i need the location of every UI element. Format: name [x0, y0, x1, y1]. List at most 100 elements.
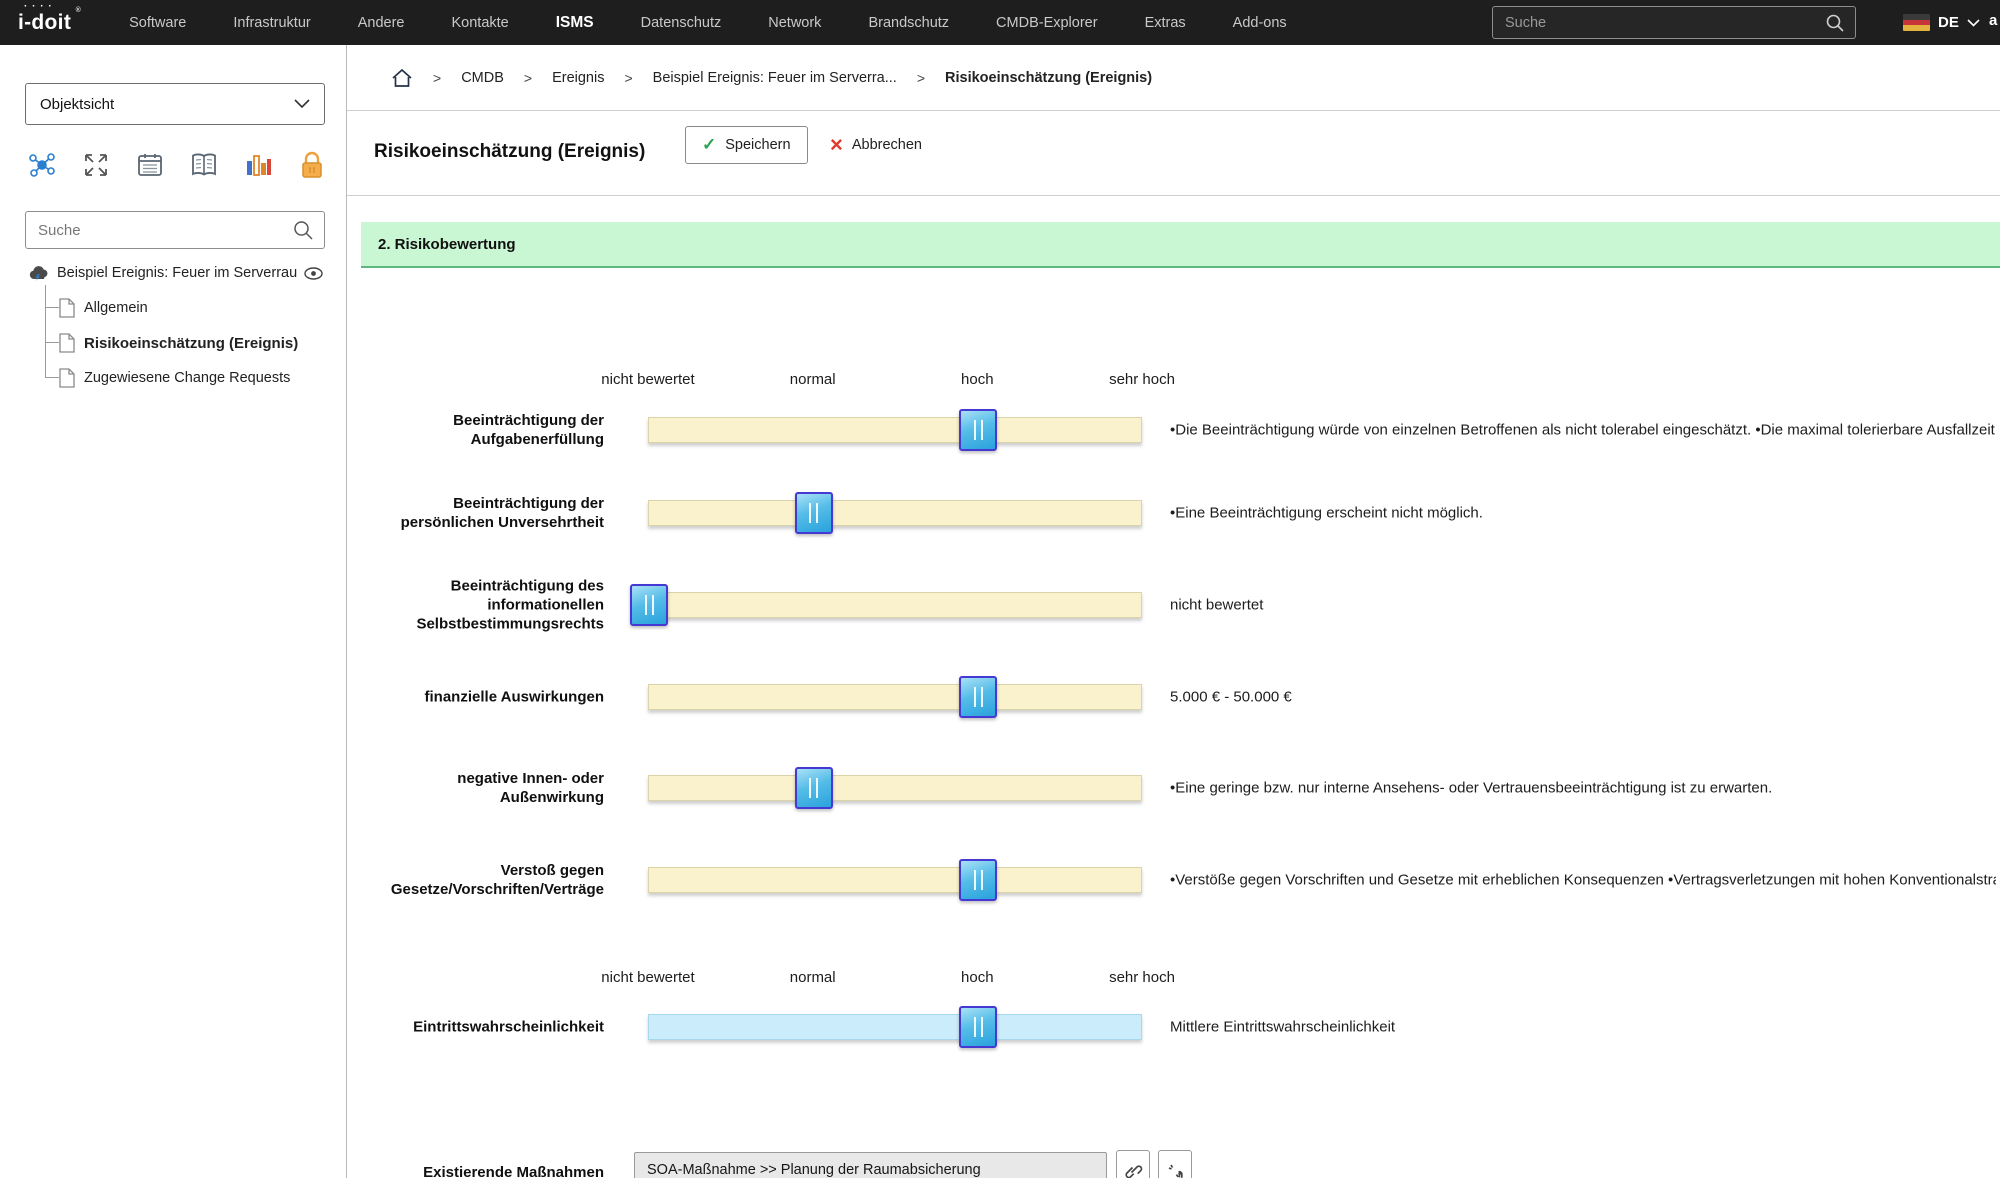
slider-track[interactable] [630, 584, 1142, 626]
object-view-select[interactable]: Objektsicht [25, 83, 325, 125]
save-button[interactable]: ✓ Speichern [685, 126, 808, 164]
section-title: 2. Risikobewertung [378, 235, 516, 253]
menu-item-datenschutz[interactable]: Datenschutz [641, 15, 722, 31]
tree-item-label: Allgemein [84, 300, 148, 316]
slider-handle[interactable] [630, 584, 668, 626]
slider-handle[interactable] [959, 1006, 998, 1048]
existing-measures-listbox[interactable]: SOA-Maßnahme >> Planung der Raumabsicher… [634, 1152, 1107, 1178]
language-code: DE [1938, 14, 1959, 31]
search-icon[interactable] [292, 219, 314, 241]
chevron-down-icon [294, 99, 310, 109]
unlink-button[interactable] [1158, 1150, 1192, 1178]
slider-value-text: •Verstöße gegen Vorschriften und Gesetze… [1170, 871, 1996, 889]
menu-item-add-ons[interactable]: Add-ons [1233, 15, 1287, 31]
slider-handle[interactable] [959, 859, 998, 901]
link-button[interactable] [1116, 1150, 1150, 1178]
slider-handle[interactable] [794, 767, 833, 809]
breadcrumb-ereignis[interactable]: Ereignis [552, 70, 604, 86]
main-menu: Software Infrastruktur Andere Kontakte I… [129, 14, 1287, 32]
tree-connector [45, 285, 46, 377]
slider-row-unversehrtheit: Beeinträchtigung der persönlichen Unvers… [347, 463, 2000, 563]
sidebar-search [25, 211, 325, 249]
slider-handle[interactable] [959, 409, 998, 451]
object-view-select-value: Objektsicht [40, 95, 115, 113]
menu-item-cmdb-explorer[interactable]: CMDB-Explorer [996, 15, 1098, 31]
user-menu[interactable]: a [1989, 12, 1997, 29]
chevron-down-icon [1967, 18, 1980, 27]
global-search-input[interactable] [1493, 14, 1825, 31]
slider-track[interactable] [648, 1006, 1142, 1048]
slider-row-eintrittswahrscheinlichkeit: Eintrittswahrscheinlichkeit Mittlere Ein… [347, 977, 2000, 1077]
existing-measures-item[interactable]: SOA-Maßnahme >> Planung der Raumabsicher… [647, 1162, 981, 1178]
tree-connector [45, 307, 59, 308]
existing-measures-label: Existierende Maßnahmen [423, 1164, 604, 1178]
home-icon[interactable] [391, 68, 413, 88]
page-icon [59, 298, 75, 318]
page-icon [59, 333, 75, 353]
menu-item-software[interactable]: Software [129, 15, 186, 31]
slider-track[interactable] [648, 409, 1142, 451]
menu-item-kontakte[interactable]: Kontakte [451, 15, 508, 31]
slider-track[interactable] [648, 492, 1142, 534]
handle-grip [644, 595, 654, 615]
handle-grip [973, 687, 983, 707]
menu-item-isms[interactable]: ISMS [556, 14, 594, 32]
slider-row-aussenwirkung: negative Innen- oder Außenwirkung •Eine … [347, 738, 2000, 838]
slider-label: Beeinträchtigung des informationellen Se… [416, 577, 604, 633]
menu-item-network[interactable]: Network [768, 15, 821, 31]
menu-item-andere[interactable]: Andere [358, 15, 405, 31]
book-icon[interactable] [187, 148, 221, 182]
menu-item-extras[interactable]: Extras [1145, 15, 1186, 31]
slider-track[interactable] [648, 767, 1142, 809]
lock-icon[interactable] [295, 148, 329, 182]
tree-item-allgemein[interactable]: Allgemein [59, 295, 148, 321]
tree-root-object[interactable]: Beispiel Ereignis: Feuer im Serverrau [28, 261, 323, 285]
slider-row-selbstbestimmungsrecht: Beeinträchtigung des informationellen Se… [347, 555, 2000, 655]
tree-connector [45, 342, 59, 343]
eye-icon [304, 266, 323, 280]
calendar-icon[interactable] [133, 148, 167, 182]
section-risikobewertung[interactable]: 2. Risikobewertung [361, 222, 2000, 268]
handle-grip [809, 503, 819, 523]
menu-item-brandschutz[interactable]: Brandschutz [868, 15, 949, 31]
slider-label: Beeinträchtigung der persönlichen Unvers… [400, 494, 604, 531]
graph-icon[interactable] [25, 148, 59, 182]
tree-item-label: Zugewiesene Change Requests [84, 370, 291, 386]
slider-value-text: nicht bewertet [1170, 596, 1264, 614]
breadcrumb-cmdb[interactable]: CMDB [461, 70, 504, 86]
slider-label: Eintrittswahrscheinlichkeit [413, 1018, 604, 1036]
breadcrumb-object[interactable]: Beispiel Ereignis: Feuer im Serverra... [653, 70, 897, 86]
page-icon [59, 368, 75, 388]
slider-label: negative Innen- oder Außenwirkung [457, 769, 604, 806]
idoit-logo[interactable]: i-doit [18, 7, 81, 35]
slider-value-text: 5.000 € - 50.000 € [1170, 688, 1292, 706]
tree-item-risikoeinschaetzung[interactable]: Risikoeinschätzung (Ereignis) [59, 330, 298, 356]
slider-track[interactable] [648, 859, 1142, 901]
handle-grip [973, 1017, 983, 1037]
title-bar: Risikoeinschätzung (Ereignis) ✓ Speicher… [347, 111, 2000, 196]
cancel-button[interactable]: × Abbrechen [820, 126, 932, 164]
page-title: Risikoeinschätzung (Ereignis) [374, 141, 646, 162]
tree-connector [45, 377, 59, 378]
existing-measures-row: Existierende Maßnahmen SOA-Maßnahme >> P… [347, 1120, 2000, 1178]
menu-item-infrastruktur[interactable]: Infrastruktur [233, 15, 310, 31]
check-icon: ✓ [702, 135, 717, 154]
slider-value-text: •Die Beeinträchtigung würde von einzelne… [1170, 421, 1996, 439]
tree-item-label: Risikoeinschätzung (Ereignis) [84, 334, 299, 352]
handle-grip [809, 778, 819, 798]
breadcrumb-current: Risikoeinschätzung (Ereignis) [945, 69, 1153, 86]
bar-chart-icon[interactable] [241, 148, 275, 182]
breadcrumb-separator: > [916, 69, 926, 86]
tree-item-change-requests[interactable]: Zugewiesene Change Requests [59, 365, 290, 391]
sidebar-search-input[interactable] [26, 221, 292, 239]
german-flag-icon [1903, 14, 1930, 31]
slider-row-finanzielle-auswirkungen: finanzielle Auswirkungen 5.000 € - 50.00… [347, 647, 2000, 747]
top-navbar: i-doit Software Infrastruktur Andere Kon… [0, 0, 2000, 45]
language-selector[interactable]: DE [1903, 0, 1980, 45]
slider-handle[interactable] [959, 676, 998, 718]
search-icon[interactable] [1825, 13, 1845, 33]
expand-icon[interactable] [79, 148, 113, 182]
slider-label: finanzielle Auswirkungen [424, 688, 604, 706]
slider-handle[interactable] [794, 492, 833, 534]
slider-track[interactable] [648, 676, 1142, 718]
